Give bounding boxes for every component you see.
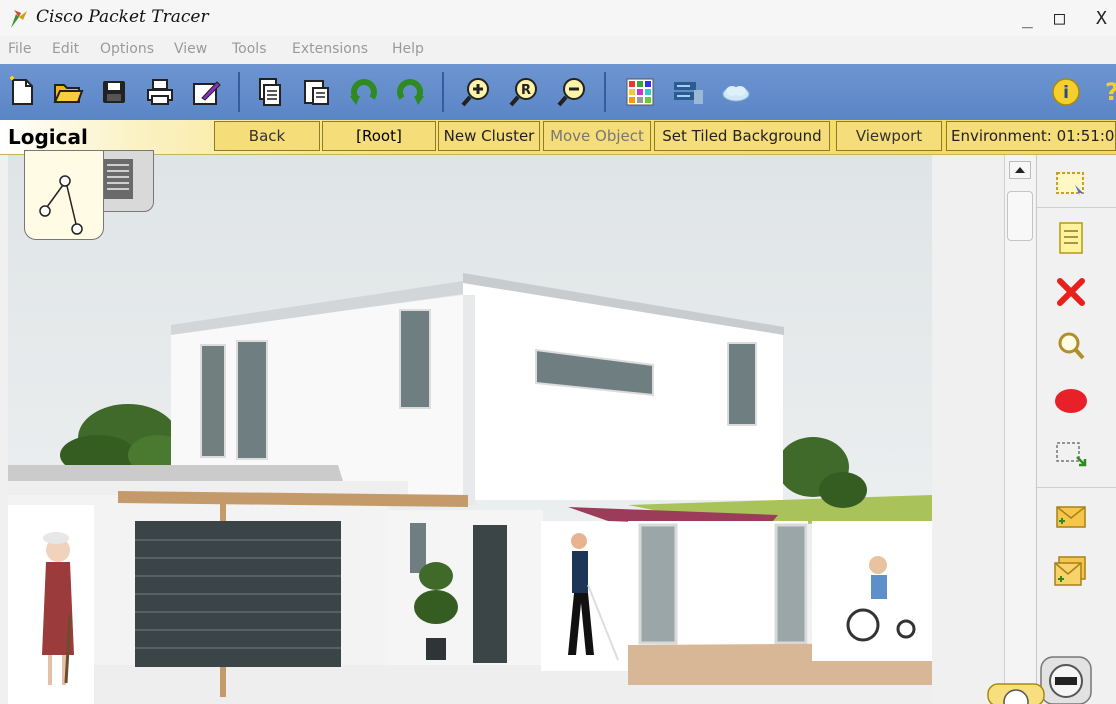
device-template-icon[interactable]	[672, 76, 704, 108]
palette-icon[interactable]	[624, 76, 656, 108]
print-icon[interactable]	[144, 76, 176, 108]
viewport-button[interactable]: Viewport	[836, 121, 942, 151]
zoom-out-icon[interactable]	[556, 76, 588, 108]
draw-ellipse-icon[interactable]	[1049, 381, 1093, 421]
help-icon[interactable]: ?	[1096, 76, 1116, 108]
toolbar-separator	[604, 72, 606, 112]
logical-mode-label: Logical	[8, 125, 88, 149]
select-icon[interactable]	[1049, 163, 1093, 203]
back-button[interactable]: Back	[214, 121, 320, 151]
menu-options[interactable]: Options	[100, 41, 154, 57]
root-button[interactable]: [Root]	[322, 121, 436, 151]
zoom-in-icon[interactable]	[460, 76, 492, 108]
maximize-button[interactable]: □	[1054, 8, 1065, 29]
window-title: Cisco Packet Tracer	[36, 7, 209, 27]
house-background-image	[8, 155, 932, 704]
set-tiled-background-button[interactable]: Set Tiled Background	[654, 121, 830, 151]
menu-extensions[interactable]: Extensions	[292, 41, 368, 57]
main-toolbar: R i ?	[0, 64, 1116, 120]
copy-icon[interactable]	[252, 76, 284, 108]
palette-separator	[1037, 487, 1116, 488]
menu-tools[interactable]: Tools	[232, 41, 267, 57]
environment-button[interactable]: Environment: 01:51:0	[946, 121, 1116, 151]
zoom-reset-glyph: R	[521, 83, 531, 98]
paste-icon[interactable]	[300, 76, 332, 108]
chevron-up-icon	[1015, 167, 1025, 173]
menu-file[interactable]: File	[8, 41, 31, 57]
cloud-icon[interactable]	[720, 76, 752, 108]
common-tools-palette	[1036, 155, 1116, 704]
info-glyph: i	[1063, 83, 1069, 103]
logical-topology-icon	[39, 175, 83, 235]
close-button[interactable]: X	[1096, 8, 1107, 29]
packet-tracer-logo-icon	[11, 10, 27, 28]
title-bar: Cisco Packet Tracer _ □ X	[0, 0, 1116, 36]
menu-help[interactable]: Help	[392, 41, 424, 57]
scroll-thumb[interactable]	[1007, 191, 1033, 241]
logical-workspace[interactable]	[8, 155, 932, 704]
logical-workspace-bar: Logical Back [Root] New Cluster Move Obj…	[0, 120, 1116, 155]
new-file-icon[interactable]	[6, 76, 38, 108]
vertical-scrollbar[interactable]	[1004, 155, 1035, 704]
minimize-button[interactable]: _	[1022, 8, 1033, 29]
info-icon[interactable]: i	[1050, 76, 1082, 108]
zoom-reset-icon[interactable]: R	[508, 76, 540, 108]
logical-tab[interactable]	[24, 150, 104, 240]
add-simple-pdu-icon[interactable]	[1049, 497, 1093, 537]
new-cluster-button[interactable]: New Cluster	[438, 121, 540, 151]
simulation-clock-icon[interactable]	[986, 680, 1050, 704]
menu-bar: File Edit Options View Tools Extensions …	[0, 36, 1116, 64]
save-icon[interactable]	[98, 76, 130, 108]
add-complex-pdu-icon[interactable]	[1049, 551, 1093, 591]
toolbar-separator	[238, 72, 240, 112]
undo-icon[interactable]	[348, 76, 380, 108]
delete-icon[interactable]	[1049, 273, 1093, 313]
help-glyph: ?	[1105, 78, 1116, 106]
menu-view[interactable]: View	[174, 41, 207, 57]
activity-wizard-icon[interactable]	[190, 76, 222, 108]
scroll-up-arrow[interactable]	[1009, 161, 1031, 179]
palette-separator	[1037, 207, 1116, 208]
note-icon[interactable]	[1049, 219, 1093, 259]
toolbar-separator	[442, 72, 444, 112]
redo-icon[interactable]	[394, 76, 426, 108]
move-object-button[interactable]: Move Object	[543, 121, 651, 151]
resize-icon[interactable]	[1049, 435, 1093, 475]
inspect-icon[interactable]	[1049, 327, 1093, 367]
open-folder-icon[interactable]	[52, 76, 84, 108]
menu-edit[interactable]: Edit	[52, 41, 79, 57]
